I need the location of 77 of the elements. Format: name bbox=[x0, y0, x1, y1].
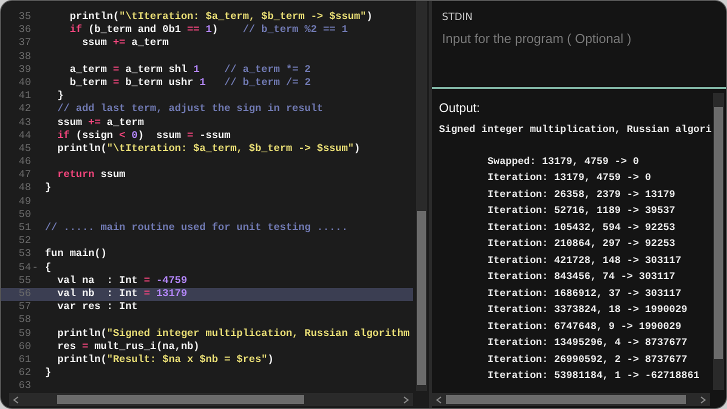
code-line: val nb : Int = 13179 bbox=[56, 288, 188, 302]
code-line: // add last term, adjust the sign in result bbox=[56, 103, 324, 117]
code-line: b_term = b_term ushr 1 // b_term /= 2 bbox=[68, 76, 311, 90]
code-line: if (ssign < 0) ssum = -ssum bbox=[56, 130, 230, 143]
code-line: a_term = a_term shl 1 // a_term *= 2 bbox=[68, 64, 311, 77]
line-number: 47 bbox=[18, 169, 31, 182]
line-number: 45 bbox=[18, 142, 31, 156]
output-line: Iteration: 52716, 1189 -> 39537 bbox=[486, 204, 676, 219]
output-line: Iteration: 3373824, 18 -> 1990029 bbox=[486, 304, 688, 318]
code-line: } bbox=[56, 90, 64, 104]
output-line: Iteration: 13495296, 4 -> 8737677 bbox=[486, 336, 688, 351]
line-number: 37 bbox=[18, 37, 31, 51]
output-line: Iteration: 1686912, 37 -> 303117 bbox=[486, 288, 682, 302]
output-line: Iteration: 26358, 2379 -> 13179 bbox=[486, 188, 676, 202]
line-number: 44 bbox=[18, 130, 31, 143]
output-line: Iteration: 105432, 594 -> 92253 bbox=[486, 222, 676, 236]
code-line: return ssum bbox=[56, 169, 126, 182]
code-line: res = mult_rus_i(na,nb) bbox=[56, 340, 200, 354]
line-number: 38 bbox=[18, 50, 31, 64]
output-line: Iteration: 13179, 4759 -> 0 bbox=[486, 172, 652, 186]
line-number: 59 bbox=[18, 328, 31, 341]
code-line: // ..... main routine used for unit testing ..... bbox=[45, 222, 348, 236]
code-line: println("\tIteration: $a_term, $b_term -> $ssum") bbox=[56, 142, 360, 156]
code-line: println("\tIteration: $a_term, $b_term -> $ssum") bbox=[68, 11, 373, 24]
line-number: 51 bbox=[18, 222, 31, 236]
line-number: 48 bbox=[18, 182, 31, 196]
code-line: fun main() bbox=[45, 248, 107, 262]
code-line: if (b_term and 0b1 == 1) // b_term %2 == 1 bbox=[68, 24, 348, 38]
code-line: } bbox=[45, 182, 52, 196]
code-line: var res : Int bbox=[56, 301, 138, 314]
output-line: Iteration: 210864, 297 -> 92253 bbox=[486, 238, 676, 252]
line-number: 61 bbox=[18, 354, 31, 368]
scrollbar-thumb[interactable] bbox=[714, 107, 723, 359]
horizontal-scrollbar[interactable] bbox=[9, 393, 413, 406]
line-number: 39 bbox=[18, 64, 31, 77]
line-number: 53 bbox=[18, 248, 31, 262]
line-number: 36 bbox=[18, 24, 31, 38]
output-line: Swapped: 13179, 4759 -> 0 bbox=[486, 156, 639, 170]
line-number: 50 bbox=[18, 208, 31, 222]
horizontal-scrollbar[interactable] bbox=[432, 393, 710, 406]
code-line: } bbox=[45, 367, 52, 380]
code-line: ssum += a_term bbox=[81, 37, 169, 51]
line-number: 42 bbox=[18, 103, 31, 117]
vertical-scrollbar[interactable] bbox=[416, 1, 427, 391]
scrollbar-thumb[interactable] bbox=[417, 211, 426, 385]
code-line: { bbox=[45, 262, 52, 275]
scrollbar-thumb[interactable] bbox=[57, 395, 304, 404]
line-number: 58 bbox=[18, 314, 31, 328]
stdin-input-field[interactable]: Input for the program ( Optional ) bbox=[442, 31, 712, 46]
line-number: 63 bbox=[18, 380, 31, 394]
code-line: println("Signed integer multiplication, Russian algorithm bbox=[56, 328, 410, 341]
line-number: 57 bbox=[18, 301, 31, 314]
line-number: 49 bbox=[18, 196, 31, 209]
line-number: 62 bbox=[18, 367, 31, 380]
output-line: Iteration: 421728, 148 -> 303117 bbox=[486, 254, 682, 268]
line-number: 46 bbox=[18, 156, 31, 170]
output-line: Iteration: 843456, 74 -> 303117 bbox=[486, 270, 676, 285]
code-line: ssum += a_term bbox=[56, 116, 144, 130]
line-number: 54 bbox=[18, 262, 31, 275]
line-number: 60 bbox=[18, 340, 31, 354]
output-line: Iteration: 26990592, 2 -> 8737677 bbox=[486, 354, 688, 368]
fold-marker[interactable]: - bbox=[31, 262, 38, 275]
line-number: 52 bbox=[18, 235, 31, 248]
output-line: Iteration: 53981184, 1 -> -62718861 bbox=[486, 370, 700, 384]
code-line: println("Result: $na x $nb = $res") bbox=[56, 354, 274, 368]
output-line: Signed integer multiplication, Russian algori bbox=[439, 124, 712, 138]
vertical-scrollbar[interactable] bbox=[713, 93, 724, 390]
line-number: 40 bbox=[18, 76, 31, 90]
line-number: 41 bbox=[18, 90, 31, 104]
scrollbar-thumb[interactable] bbox=[446, 395, 686, 404]
output-line: Iteration: 6747648, 9 -> 1990029 bbox=[486, 320, 682, 334]
line-number: 55 bbox=[18, 274, 31, 288]
line-number: 43 bbox=[18, 116, 31, 130]
output-title: Output: bbox=[439, 101, 480, 115]
line-number: 35 bbox=[18, 11, 31, 24]
code-line: val na : Int = -4759 bbox=[56, 274, 188, 288]
stdin-label: STDIN bbox=[442, 12, 474, 23]
